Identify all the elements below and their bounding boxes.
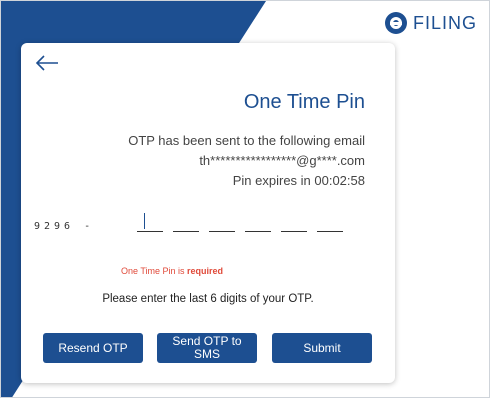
send-otp-sms-button[interactable]: Send OTP to SMS xyxy=(157,333,257,363)
expiry-text: Pin expires in 00:02:58 xyxy=(232,173,365,188)
sent-message: OTP has been sent to the following email xyxy=(128,133,365,148)
otp-digit-2[interactable] xyxy=(173,211,199,232)
otp-hint: Please enter the last 6 digits of your O… xyxy=(102,293,314,305)
otp-card: One Time Pin OTP has been sent to the fo… xyxy=(21,43,395,383)
masked-email: th*****************@g****.com xyxy=(199,153,365,168)
logo-text: FILING xyxy=(412,12,477,33)
arrow-left-icon[interactable] xyxy=(33,51,61,75)
otp-digit-3[interactable] xyxy=(209,211,235,232)
otp-input-group xyxy=(137,211,343,232)
e-filing-logo-icon xyxy=(384,12,407,34)
resend-otp-button[interactable]: Resend OTP xyxy=(43,333,143,363)
otp-info: OTP has been sent to the following email… xyxy=(128,131,365,191)
submit-button[interactable]: Submit xyxy=(272,333,372,363)
validation-error: One Time Pin is required xyxy=(121,266,223,276)
e-filing-logo: FILING xyxy=(384,12,477,34)
text-caret xyxy=(144,213,145,229)
error-emphasis: required xyxy=(187,266,224,276)
otp-prefix: 9296 - xyxy=(34,221,95,232)
page-frame: FILING One Time Pin OTP has been sent to… xyxy=(0,0,490,398)
otp-digit-5[interactable] xyxy=(281,211,307,232)
otp-digit-6[interactable] xyxy=(317,211,343,232)
otp-digit-4[interactable] xyxy=(245,211,271,232)
error-text: One Time Pin is xyxy=(121,266,188,276)
otp-digit-1[interactable] xyxy=(137,211,163,232)
page-title: One Time Pin xyxy=(243,91,365,113)
